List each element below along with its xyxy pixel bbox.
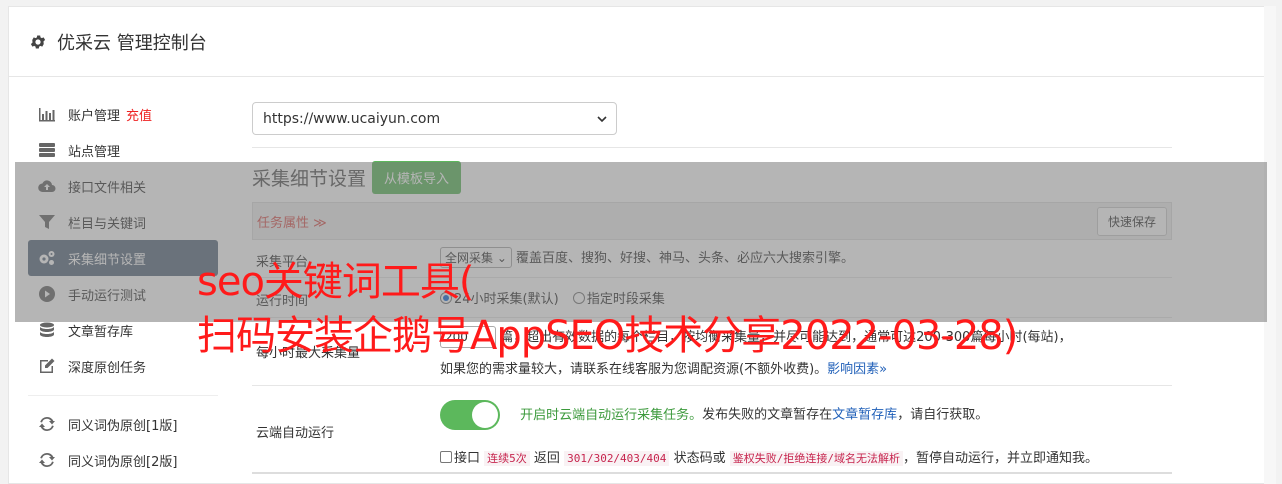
cogs-icon [39, 251, 55, 265]
article-store-link[interactable]: 文章暂存库 [832, 408, 897, 423]
cloud-desc-green: 开启时云端自动运行采集任务。 [520, 407, 703, 423]
sidebar-item-deep-original[interactable]: 深度原创任务 [28, 348, 218, 384]
sidebar-item-label: 采集细节设置 [68, 252, 147, 268]
task-attr-toggle[interactable]: 任务属性 ≫ [257, 212, 327, 231]
sidebar-item-label: 同义词伪原创[2版] [68, 454, 178, 470]
site-select-value: https://www.ucaiyun.com [263, 110, 441, 127]
sidebar-item-synonym-v1[interactable]: 同义词伪原创[1版] [28, 406, 218, 442]
section-header: 采集细节设置 从模板导入 [252, 160, 1172, 194]
table-row: 云端自动运行 开启时云端自动运行采集任务。发布失败的文章暂存在文章暂存库，请自行… [252, 386, 1172, 474]
bar-chart-icon [39, 108, 55, 122]
cloud-desc-b: ，请自行获取。 [897, 407, 989, 423]
sidebar-item-label: 站点管理 [68, 144, 121, 160]
cloud-line2-a: 接口 [454, 451, 481, 466]
sidebar-item-label: 同义词伪原创[1版] [68, 418, 178, 434]
sidebar-item-collect-settings[interactable]: 采集细节设置 [28, 240, 218, 276]
chevron-down-icon [597, 115, 607, 122]
site-select[interactable]: https://www.ucaiyun.com [252, 102, 617, 135]
edit-icon [40, 358, 55, 373]
sidebar-item-keywords[interactable]: 栏目与关键词 [28, 204, 218, 240]
row-label: 云端自动运行 [256, 426, 335, 441]
cloud-upload-icon [38, 180, 56, 193]
max-desc-2: 如果您的需求量较大，请联系在线客服为您调配资源(不额外收费)。 [440, 362, 828, 377]
row-content: 接口 连续5次 返回 301/302/403/404 状态码或 鉴权失败/拒绝连… [440, 447, 1098, 466]
recharge-link[interactable]: 充值 [126, 105, 152, 124]
cloud-line2-b: 返回 [533, 451, 560, 466]
sidebar-item-manual-test[interactable]: 手动运行测试 [28, 276, 218, 312]
server-icon [39, 143, 55, 157]
play-icon [39, 286, 55, 302]
code-tag: 301/302/403/404 [564, 451, 670, 466]
sidebar-item-label: 深度原创任务 [68, 360, 147, 376]
cloud-desc-a: 发布失败的文章暂存在 [702, 407, 833, 423]
sidebar-item-article-store[interactable]: 文章暂存库 [28, 312, 218, 348]
toggle-knob [472, 402, 498, 428]
watermark-line-1: seo关键词工具( [197, 259, 475, 305]
refresh-icon [39, 452, 55, 468]
cloud-line2-c: 状态码或 [673, 451, 726, 466]
sidebar-item-interface[interactable]: 接口文件相关 [28, 168, 218, 204]
cloud-auto-toggle[interactable] [440, 400, 500, 430]
cloud-line2-d: ，暂停自动运行，并立即通知我。 [902, 451, 1098, 466]
import-template-button[interactable]: 从模板导入 [372, 160, 462, 194]
sidebar-divider [28, 384, 218, 396]
code-tag: 鉴权失败/拒绝连接/域名无法解析 [729, 451, 903, 466]
table-header: 任务属性 ≫ 快速保存 [252, 202, 1172, 240]
gear-icon [30, 34, 46, 49]
factors-link[interactable]: 影响因素» [827, 362, 887, 377]
section-title: 采集细节设置 [252, 167, 367, 190]
sidebar-item-label: 栏目与关键词 [68, 216, 147, 232]
panel-header: 优采云 管理控制台 [9, 7, 1275, 77]
engine-desc: 覆盖百度、搜狗、好搜、神马、头条、必应六大搜索引擎。 [516, 251, 855, 266]
radio-dot [572, 291, 585, 304]
row-content: 全网采集 ⌄ 覆盖百度、搜狗、好搜、神马、头条、必应六大搜索引擎。 [440, 247, 854, 268]
sidebar: 账户管理 充值 站点管理 接口文件相关 栏目与关键词 采集细节设置 手动运行测试… [28, 96, 218, 478]
code-tag: 连续5次 [484, 451, 530, 466]
page-title: 优采云 管理控制台 [57, 32, 207, 54]
sidebar-item-label: 手动运行测试 [68, 288, 147, 304]
sidebar-item-label: 文章暂存库 [68, 324, 134, 340]
database-icon [40, 322, 54, 337]
scrollbar[interactable] [1264, 6, 1276, 484]
sidebar-item-label: 接口文件相关 [68, 180, 147, 196]
refresh-icon [39, 416, 55, 432]
sidebar-item-sites[interactable]: 站点管理 [28, 132, 218, 168]
watermark-line-2: 扫码安装企鹅号AppSEO技术分享2022-03-28) [197, 313, 1018, 359]
filter-icon [39, 215, 55, 229]
sidebar-item-label: 账户管理 [68, 108, 121, 124]
sidebar-item-account[interactable]: 账户管理 充值 [28, 96, 218, 132]
row-content: 开启时云端自动运行采集任务。发布失败的文章暂存在文章暂存库，请自行获取。 [440, 400, 988, 430]
sidebar-item-synonym-v2[interactable]: 同义词伪原创[2版] [28, 442, 218, 478]
divider [252, 147, 1172, 148]
notify-checkbox[interactable] [440, 451, 452, 463]
quick-save-button[interactable]: 快速保存 [1096, 206, 1167, 236]
